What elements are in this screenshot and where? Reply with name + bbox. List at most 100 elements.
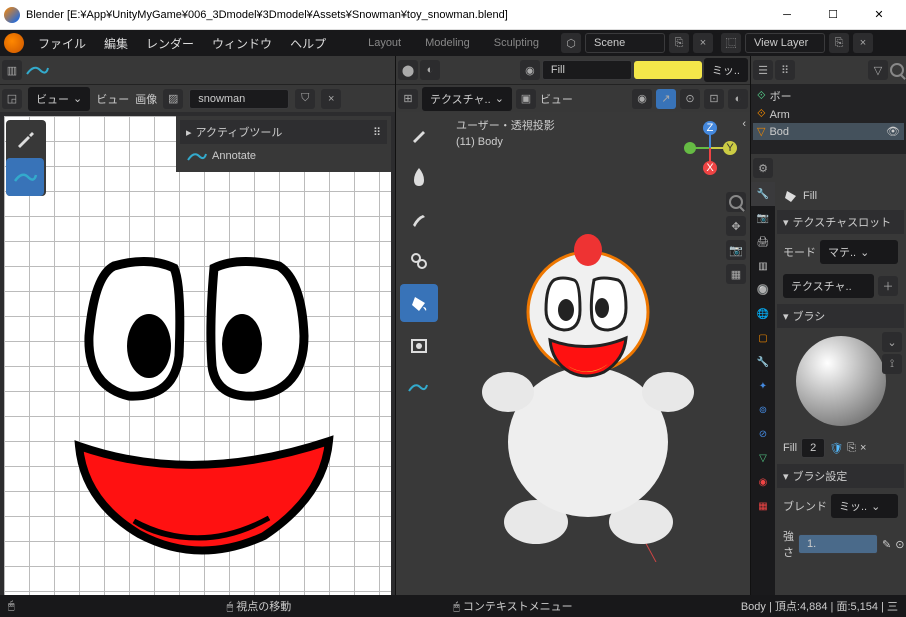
scene-new-icon[interactable]: ⎘ bbox=[669, 33, 689, 53]
collapse-icon[interactable]: ‹ bbox=[742, 118, 746, 130]
browse-viewlayer-icon[interactable]: ⿺ bbox=[721, 33, 741, 53]
tab-constraint[interactable]: ⊘ bbox=[751, 422, 775, 446]
smear-tool[interactable] bbox=[400, 200, 438, 238]
shading-icon[interactable]: ◐ bbox=[728, 89, 748, 109]
stroke-icon[interactable] bbox=[24, 60, 50, 80]
draw-tool[interactable] bbox=[400, 116, 438, 154]
viewlayer-name[interactable]: View Layer bbox=[745, 33, 825, 53]
camera-icon[interactable]: 📷 bbox=[726, 240, 746, 260]
blend-dropdown[interactable]: ミッ.. ⌄ bbox=[831, 494, 898, 518]
uv-view-menu[interactable]: ビュー bbox=[96, 91, 129, 107]
brush-menu-icon[interactable]: ⌄ bbox=[882, 332, 902, 352]
layers-icon[interactable]: ▣ bbox=[516, 89, 536, 109]
xray-icon[interactable]: ⊡ bbox=[704, 89, 724, 109]
brush-name[interactable]: Fill bbox=[542, 60, 632, 80]
tab-tool[interactable]: 🔧 bbox=[751, 182, 775, 206]
brush-pin-icon[interactable]: ⟟ bbox=[882, 354, 902, 374]
viewlayer-new-icon[interactable]: ⎘ bbox=[829, 33, 849, 53]
brush-browse-icon[interactable]: ◉ bbox=[520, 60, 540, 80]
perspective-icon[interactable]: ▦ bbox=[726, 264, 746, 284]
scene-delete-icon[interactable]: × bbox=[693, 33, 713, 53]
link-icon[interactable]: ⊙ bbox=[895, 538, 904, 551]
3d-viewport[interactable]: ユーザー・透視投影 (11) Body Z Y X bbox=[396, 112, 750, 617]
editor-type-icon[interactable]: ▥ bbox=[2, 60, 22, 80]
mask-tool[interactable] bbox=[400, 326, 438, 364]
search-icon[interactable] bbox=[890, 63, 904, 77]
tab-material[interactable]: ◉ bbox=[751, 470, 775, 494]
viewport-mode-icon[interactable]: ◐ bbox=[420, 60, 440, 80]
pressure-icon[interactable]: ✎ bbox=[882, 538, 891, 551]
strength-value[interactable]: 1. bbox=[798, 534, 878, 554]
tab-sculpting[interactable]: Sculpting bbox=[482, 32, 551, 54]
image-unlink-icon[interactable]: × bbox=[321, 89, 341, 109]
menu-help[interactable]: ヘルプ bbox=[282, 31, 334, 56]
outliner-bone[interactable]: ⟐ボー bbox=[753, 86, 904, 106]
soften-tool[interactable] bbox=[400, 158, 438, 196]
copy-icon[interactable]: ⎘ bbox=[847, 442, 856, 455]
viewport-editor-icon[interactable]: ⬤ bbox=[398, 60, 418, 80]
close-button[interactable]: ✕ bbox=[856, 0, 902, 30]
outliner-editor-icon[interactable]: ☰ bbox=[753, 60, 773, 80]
tab-data[interactable]: ▽ bbox=[751, 446, 775, 470]
tab-viewlayer[interactable]: ▥ bbox=[751, 254, 775, 278]
tab-object[interactable]: ▢ bbox=[751, 326, 775, 350]
outliner-body[interactable]: ▽Bod👁 bbox=[753, 123, 904, 140]
overlay2-icon[interactable]: ⊙ bbox=[680, 89, 700, 109]
texture-paint-dropdown[interactable]: テクスチャ.. ⌄ bbox=[422, 87, 512, 111]
tab-physics[interactable]: ⊚ bbox=[751, 398, 775, 422]
gizmo-icon[interactable]: ↗ bbox=[656, 89, 676, 109]
menu-render[interactable]: レンダー bbox=[138, 31, 202, 56]
tab-texture[interactable]: ▦ bbox=[751, 494, 775, 518]
uv-corner-icon[interactable]: ◲ bbox=[2, 89, 22, 109]
annotate-row[interactable]: Annotate bbox=[180, 144, 387, 168]
uv-image-menu[interactable]: 画像 bbox=[135, 91, 157, 107]
tab-scene[interactable]: 🔘 bbox=[751, 278, 775, 302]
menu-edit[interactable]: 編集 bbox=[96, 31, 136, 56]
tab-layout[interactable]: Layout bbox=[356, 32, 413, 54]
brush-settings-header[interactable]: ▾ ブラシ設定 bbox=[777, 464, 904, 488]
blender-icon[interactable] bbox=[4, 33, 24, 53]
fill-count[interactable]: 2 bbox=[801, 438, 825, 458]
texture-slot-header[interactable]: ▾ テクスチャスロット bbox=[777, 210, 904, 234]
minimize-button[interactable]: ─ bbox=[764, 0, 810, 30]
tab-modeling[interactable]: Modeling bbox=[413, 32, 482, 54]
shield-check-icon[interactable]: 🛡 bbox=[829, 442, 843, 455]
viewlayer-delete-icon[interactable]: × bbox=[853, 33, 873, 53]
outliner-display-icon[interactable]: ⠿ bbox=[775, 60, 795, 80]
browse-scene-icon[interactable]: ⬡ bbox=[561, 33, 581, 53]
image-name-field[interactable]: snowman bbox=[189, 89, 289, 109]
outliner[interactable]: ⟐ボー ⟐Arm ▽Bod👁 bbox=[751, 84, 906, 154]
viewport-view-menu[interactable]: ビュー bbox=[540, 91, 573, 107]
fill-tool[interactable] bbox=[400, 284, 438, 322]
shield-icon[interactable]: ⛉ bbox=[295, 89, 315, 109]
scene-name[interactable]: Scene bbox=[585, 33, 665, 53]
sample-tool[interactable] bbox=[6, 120, 44, 158]
mix-dropdown[interactable]: ミッ.. bbox=[704, 58, 748, 82]
filter-icon[interactable]: ▽ bbox=[868, 60, 888, 80]
viewport-corner-icon[interactable]: ⊞ bbox=[398, 89, 418, 109]
menu-file[interactable]: ファイル bbox=[30, 31, 94, 56]
tab-world[interactable]: 🌐 bbox=[751, 302, 775, 326]
mode-dropdown[interactable]: マテ.. ⌄ bbox=[820, 240, 898, 264]
color-swatch[interactable] bbox=[634, 61, 702, 79]
uv-view-dropdown[interactable]: ビュー ⌄ bbox=[28, 87, 90, 111]
tab-modifier[interactable]: 🔧 bbox=[751, 350, 775, 374]
annotate-tool[interactable] bbox=[6, 158, 44, 196]
tab-particles[interactable]: ✦ bbox=[751, 374, 775, 398]
menu-window[interactable]: ウィンドウ bbox=[204, 31, 280, 56]
brush-header[interactable]: ▾ ブラシ bbox=[777, 304, 904, 328]
uv-canvas[interactable]: ▸ アクティブツール⠿ Annotate ⤢ ✋ bbox=[4, 116, 391, 613]
active-tool-header[interactable]: ▸ アクティブツール⠿ bbox=[180, 120, 387, 144]
maximize-button[interactable]: ☐ bbox=[810, 0, 856, 30]
pan-icon[interactable]: ✥ bbox=[726, 216, 746, 236]
add-texture-icon[interactable]: ＋ bbox=[878, 276, 898, 296]
overlay-icon[interactable]: ◉ bbox=[632, 89, 652, 109]
texture-dropdown[interactable]: テクスチャ.. bbox=[783, 274, 874, 298]
image-browse-icon[interactable]: ▨ bbox=[163, 89, 183, 109]
props-editor-icon[interactable]: ⚙ bbox=[753, 158, 773, 178]
brush-preview[interactable] bbox=[796, 336, 886, 426]
annotate-tool-vp[interactable] bbox=[400, 368, 438, 406]
tab-output[interactable]: 🖨 bbox=[751, 230, 775, 254]
tab-render[interactable]: 📷 bbox=[751, 206, 775, 230]
clone-tool[interactable] bbox=[400, 242, 438, 280]
